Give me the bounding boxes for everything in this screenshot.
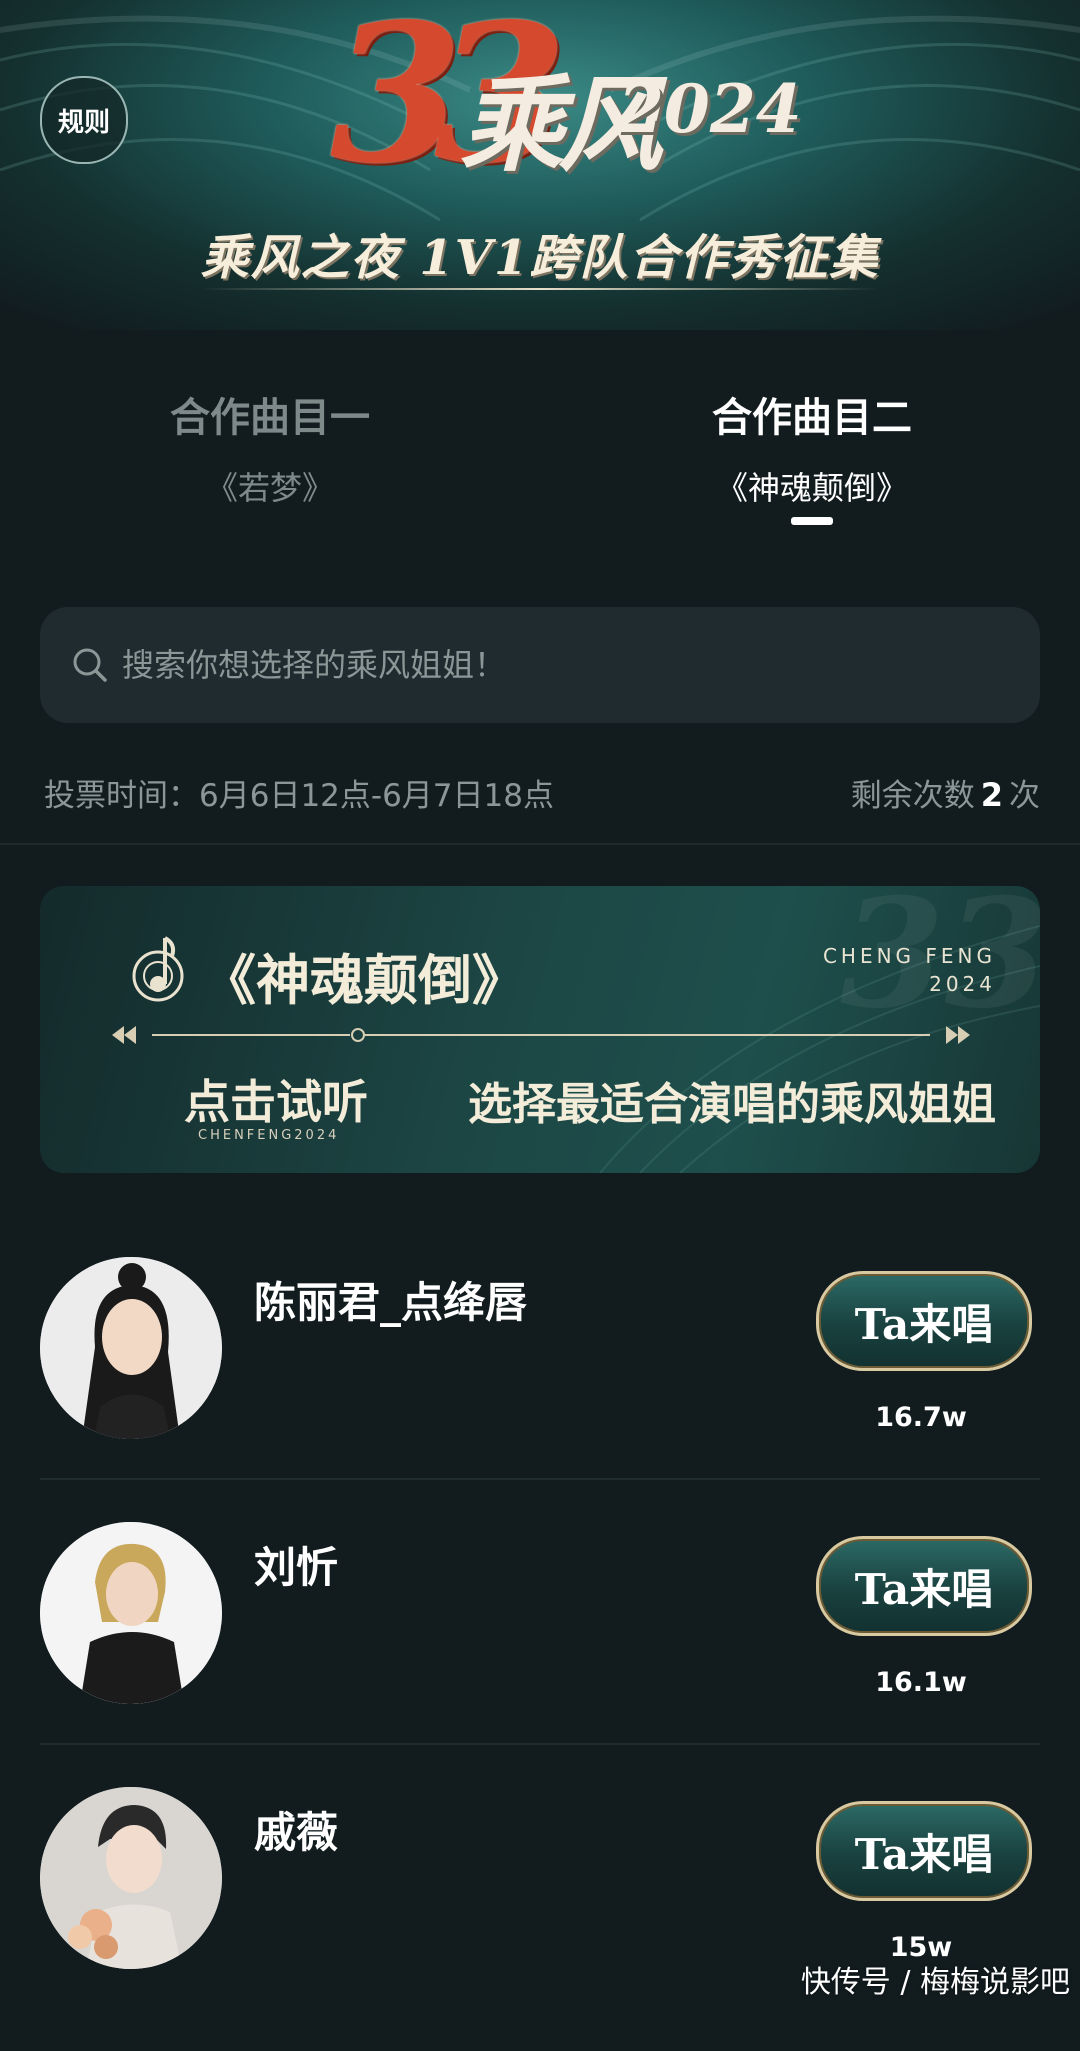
- show-logo: 33 乘风 2024: [320, 0, 802, 205]
- search-input[interactable]: [120, 634, 1040, 696]
- contestant-name: 刘忻: [254, 1543, 339, 1592]
- tab-song: 《若梦》: [205, 469, 334, 507]
- contestant-name: 戚薇: [254, 1808, 339, 1857]
- rewind-icon: [112, 1026, 136, 1044]
- watermark: 快传号 / 梅梅说影吧: [800, 1965, 1070, 2000]
- brand-label: CHENG FENG 2024: [823, 942, 996, 998]
- avatar: [40, 1787, 222, 1969]
- remaining-votes: 剩余次数 2 次: [851, 770, 1040, 815]
- remaining-unit: 次: [1009, 778, 1040, 814]
- divider: [0, 843, 1080, 845]
- contestant-name: 陈丽君_点绛唇: [254, 1278, 528, 1327]
- listen-button[interactable]: 点击试听: [184, 1066, 368, 1132]
- vote-count: 16.1w: [875, 1667, 967, 1698]
- tab-song-two[interactable]: 合作曲目二 《神魂颠倒》: [612, 385, 1012, 509]
- divider: [40, 1743, 1040, 1745]
- brand-year: 2024: [929, 972, 996, 996]
- page-title: 乘风之夜 1V1跨队合作秀征集: [200, 230, 880, 286]
- tab-song: 《神魂颠倒》: [715, 469, 908, 507]
- vote-count: 16.7w: [875, 1402, 967, 1433]
- banner-song-title: 《神魂颠倒》: [202, 948, 526, 1012]
- search-icon: [73, 648, 107, 682]
- vote-button[interactable]: Ta来唱: [816, 1271, 1032, 1371]
- brand-line: CHENG FENG: [822, 944, 996, 968]
- vote-time: 投票时间：6月6日12点-6月7日18点: [44, 778, 554, 814]
- banner-tagline: 选择最适合演唱的乘风姐姐: [468, 1079, 996, 1130]
- contestant-row: 陈丽君_点绛唇 Ta来唱 16.7w: [40, 1257, 1040, 1521]
- remaining-count: 2: [980, 776, 1003, 814]
- contestant-row: 刘忻 Ta来唱 16.1w: [40, 1522, 1040, 1786]
- title-underline: [200, 288, 880, 290]
- vote-button[interactable]: Ta来唱: [816, 1801, 1032, 1901]
- hero-banner: 规则 33 乘风 2024 乘风之夜 1V1跨队合作秀征集: [0, 0, 1080, 330]
- vote-button[interactable]: Ta来唱: [816, 1536, 1032, 1636]
- tab-title: 合作曲目二: [712, 395, 912, 441]
- avatar: [40, 1522, 222, 1704]
- avatar: [40, 1257, 222, 1439]
- logo-year: 2024: [618, 70, 802, 148]
- music-note-icon: [132, 936, 184, 1002]
- active-tab-indicator: [791, 517, 833, 525]
- contestant-row: 戚薇 Ta来唱 15w: [40, 1787, 1040, 2051]
- divider: [40, 1478, 1040, 1480]
- rules-button[interactable]: 规则: [40, 76, 128, 164]
- remaining-label: 剩余次数: [850, 778, 975, 814]
- tab-song-one[interactable]: 合作曲目一 《若梦》: [70, 385, 470, 509]
- listen-subtitle: CHENFENG2024: [198, 1128, 340, 1143]
- search-bar[interactable]: [40, 607, 1040, 723]
- tab-title: 合作曲目一: [170, 395, 370, 441]
- song-banner[interactable]: 33 《神魂颠倒》 CHENG FENG 2024 点击试听 CHENFENG2…: [40, 886, 1040, 1173]
